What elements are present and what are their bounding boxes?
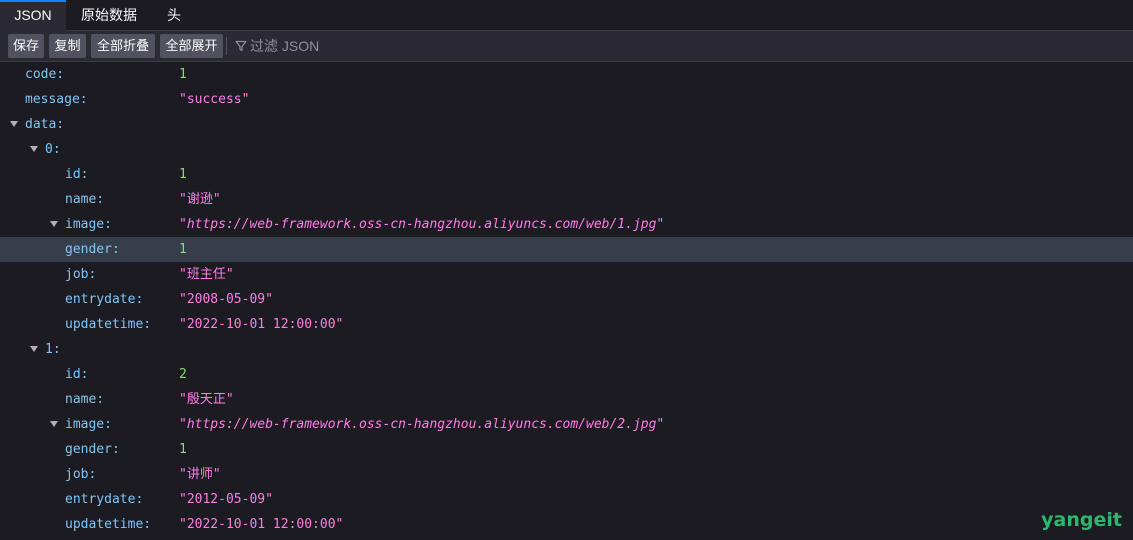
tree-row[interactable]: name: "谢逊" (0, 187, 1133, 212)
json-key: id: (65, 167, 89, 182)
tree-row[interactable]: name: "殷天正" (0, 387, 1133, 412)
filter-json-input[interactable]: 过滤 JSON (235, 36, 319, 56)
json-value: 2 (179, 367, 187, 382)
json-key: job: (65, 467, 97, 482)
json-value: "https://web-framework.oss-cn-hangzhou.a… (179, 417, 665, 432)
json-key: gender: (65, 442, 120, 457)
tree-row[interactable]: updatetime: "2022-10-01 12:00:00" (0, 512, 1133, 537)
json-key: 0: (45, 142, 61, 157)
tree-row[interactable]: gender: 1 (0, 237, 1133, 262)
json-value: "殷天正" (179, 392, 234, 407)
tree-row[interactable]: message: "success" (0, 87, 1133, 112)
copy-button[interactable]: 复制 (49, 34, 86, 58)
json-key: gender: (65, 242, 120, 257)
tree-row[interactable]: entrydate: "2012-05-09" (0, 487, 1133, 512)
json-key: code: (25, 67, 65, 82)
json-value: "班主任" (179, 267, 234, 282)
tree-row[interactable]: image: "https://web-framework.oss-cn-hang… (0, 412, 1133, 437)
json-key: name: (65, 392, 105, 407)
save-button[interactable]: 保存 (8, 34, 44, 58)
tab-bar: JSON 原始数据 头 (0, 0, 1133, 32)
json-value: "2022-10-01 12:00:00" (179, 317, 344, 332)
tab-json[interactable]: JSON (0, 0, 66, 32)
json-key: image: (65, 217, 112, 232)
json-key: data: (25, 117, 65, 132)
json-key: updatetime: (65, 317, 152, 332)
json-value: "2008-05-09" (179, 292, 273, 307)
json-value: 1 (179, 242, 187, 257)
json-key: image: (65, 417, 112, 432)
json-key: entrydate: (65, 492, 144, 507)
tree-node[interactable]: 0: (0, 137, 1133, 162)
tree-row[interactable]: entrydate: "2008-05-09" (0, 287, 1133, 312)
json-value: "2012-05-09" (179, 492, 273, 507)
tree-row[interactable]: id: 2 (0, 362, 1133, 387)
expand-toggle-icon[interactable] (50, 221, 58, 227)
json-value: "success" (179, 92, 250, 107)
json-tree: code: 1 message: "success" data: 0: id: 1 name: "… (0, 62, 1133, 540)
tree-node[interactable]: 1: (0, 337, 1133, 362)
json-key: message: (25, 92, 88, 107)
funnel-icon (235, 37, 247, 57)
json-value: "讲师" (179, 467, 221, 482)
expand-toggle-icon[interactable] (50, 421, 58, 427)
tree-row[interactable]: code: 1 (0, 62, 1133, 87)
expand-toggle-icon[interactable] (10, 121, 18, 127)
tree-node[interactable]: data: (0, 112, 1133, 137)
json-value: 1 (179, 167, 187, 182)
expand-toggle-icon[interactable] (30, 346, 38, 352)
tree-row[interactable]: job: "班主任" (0, 262, 1133, 287)
watermark-logo: yangeit (1041, 509, 1122, 531)
tab-headers[interactable]: 头 (158, 0, 190, 30)
json-value: 1 (179, 442, 187, 457)
json-value: "谢逊" (179, 192, 221, 207)
json-key: id: (65, 367, 89, 382)
json-value: "https://web-framework.oss-cn-hangzhou.a… (179, 217, 665, 232)
expand-toggle-icon[interactable] (30, 146, 38, 152)
expand-all-button[interactable]: 全部展开 (160, 34, 223, 58)
json-key: name: (65, 192, 105, 207)
toolbar: 保存 复制 全部折叠 全部展开 过滤 JSON (0, 31, 1133, 62)
tree-row[interactable]: job: "讲师" (0, 462, 1133, 487)
json-key: job: (65, 267, 97, 282)
tree-row[interactable]: gender: 1 (0, 437, 1133, 462)
json-key: 1: (45, 342, 61, 357)
filter-placeholder: 过滤 JSON (250, 38, 320, 54)
collapse-all-button[interactable]: 全部折叠 (91, 34, 155, 58)
json-key: entrydate: (65, 292, 144, 307)
json-value: 1 (179, 67, 187, 82)
tree-row[interactable]: image: "https://web-framework.oss-cn-hang… (0, 212, 1133, 237)
tree-row[interactable]: id: 1 (0, 162, 1133, 187)
toolbar-divider (226, 37, 227, 55)
json-value: "2022-10-01 12:00:00" (179, 517, 344, 532)
tab-raw-data[interactable]: 原始数据 (72, 0, 146, 30)
tree-row[interactable]: updatetime: "2022-10-01 12:00:00" (0, 312, 1133, 337)
json-key: updatetime: (65, 517, 152, 532)
